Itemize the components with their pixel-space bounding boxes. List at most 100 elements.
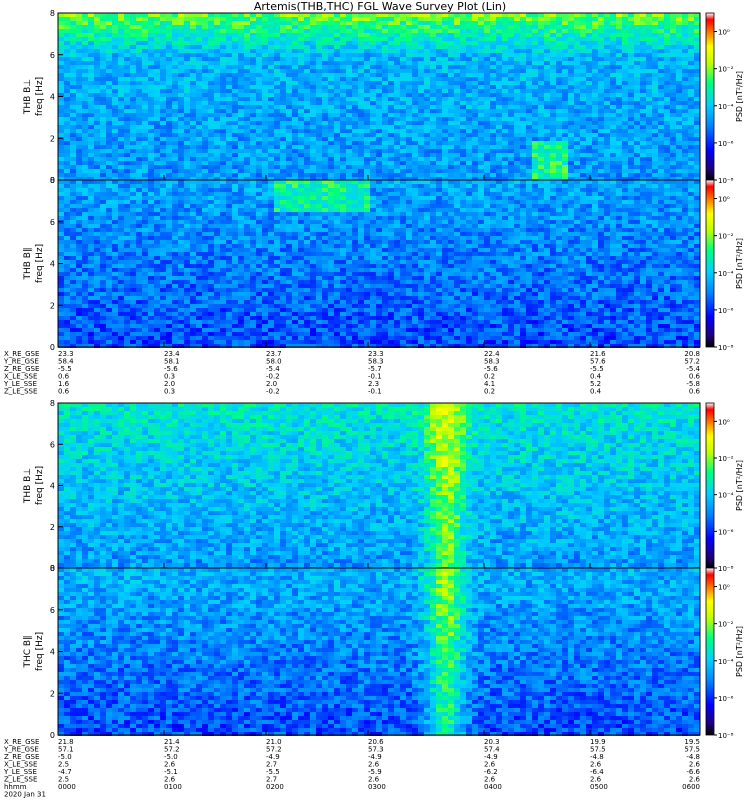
- spectrogram-cell: [88, 37, 94, 41]
- spectrogram-cell: [382, 173, 388, 177]
- spectrogram-cell: [400, 145, 406, 149]
- spectrogram-cell: [274, 33, 280, 37]
- spectrogram-cell: [616, 149, 622, 153]
- spectrogram-cell: [394, 109, 400, 113]
- spectrogram-cell: [562, 85, 568, 89]
- spectrogram-cell: [232, 161, 238, 165]
- spectrogram-cell: [112, 244, 118, 248]
- spectrogram-cell: [514, 169, 520, 173]
- spectrogram-cell: [58, 113, 64, 117]
- spectrogram-cell: [100, 272, 106, 276]
- spectrogram-cell: [76, 121, 82, 125]
- spectrogram-cell: [130, 105, 136, 109]
- spectrogram-cell: [82, 324, 88, 328]
- spectrogram-cell: [484, 145, 490, 149]
- spectrogram-cell: [676, 41, 682, 45]
- spectrogram-cell: [430, 141, 436, 145]
- spectrogram-cell: [292, 173, 298, 177]
- spectrogram-cell: [76, 336, 82, 340]
- spectrogram-cell: [292, 141, 298, 145]
- spectrogram-cell: [352, 69, 358, 73]
- spectrogram-cell: [166, 13, 172, 17]
- spectrogram-cell: [406, 33, 412, 37]
- spectrogram-cell: [316, 121, 322, 125]
- spectrogram-cell: [418, 161, 424, 165]
- spectrogram-cell: [472, 85, 478, 89]
- spectrogram-cell: [622, 45, 628, 49]
- spectrogram-cell: [160, 105, 166, 109]
- spectrogram-cell: [694, 157, 700, 161]
- spectrogram-cell: [670, 45, 676, 49]
- spectrogram-cell: [322, 157, 328, 161]
- spectrogram-cell: [394, 25, 400, 29]
- spectrogram-cell: [82, 200, 88, 204]
- spectrogram-cell: [574, 133, 580, 137]
- spectrogram-cell: [178, 37, 184, 41]
- spectrogram-cell: [106, 268, 112, 272]
- spectrogram-cell: [76, 53, 82, 57]
- spectrogram-cell: [190, 65, 196, 69]
- spectrogram-cell: [400, 105, 406, 109]
- spectrogram-cell: [340, 13, 346, 17]
- spectrogram-cell: [484, 89, 490, 93]
- spectrogram-cell: [166, 53, 172, 57]
- spectrogram-cell: [562, 117, 568, 121]
- spectrogram-cell: [274, 49, 280, 53]
- spectrogram-cell: [388, 97, 394, 101]
- spectrogram-cell: [70, 53, 76, 57]
- spectrogram-cell: [640, 41, 646, 45]
- spectrogram-cell: [184, 137, 190, 141]
- spectrogram-cell: [124, 192, 130, 196]
- spectrogram-cell: [646, 69, 652, 73]
- spectrogram-cell: [322, 113, 328, 117]
- spectrogram-cell: [592, 105, 598, 109]
- spectrogram-cell: [532, 89, 538, 93]
- spectrogram-cell: [334, 85, 340, 89]
- spectrogram-cell: [652, 109, 658, 113]
- spectrogram-cell: [406, 93, 412, 97]
- spectrogram-cell: [82, 252, 88, 256]
- spectrogram-cell: [112, 208, 118, 212]
- spectrogram-cell: [238, 133, 244, 137]
- spectrogram-cell: [82, 149, 88, 153]
- spectrogram-cell: [502, 13, 508, 17]
- spectrogram-cell: [298, 93, 304, 97]
- spectrogram-cell: [544, 165, 550, 169]
- spectrogram-cell: [622, 49, 628, 53]
- spectrogram-cell: [106, 81, 112, 85]
- spectrogram-cell: [94, 308, 100, 312]
- spectrogram-cell: [214, 149, 220, 153]
- spectrogram-cell: [292, 89, 298, 93]
- spectrogram-cell: [610, 161, 616, 165]
- spectrogram-cell: [436, 125, 442, 129]
- spectrogram-cell: [448, 93, 454, 97]
- spectrogram-cell: [196, 33, 202, 37]
- spectrogram-cell: [622, 85, 628, 89]
- spectrogram-cell: [412, 61, 418, 65]
- spectrogram-cell: [436, 41, 442, 45]
- spectrogram-cell: [508, 97, 514, 101]
- spectrogram-cell: [208, 33, 214, 37]
- spectrogram-cell: [184, 37, 190, 41]
- spectrogram-cell: [130, 113, 136, 117]
- spectrogram-cell: [592, 145, 598, 149]
- spectrogram-cell: [250, 105, 256, 109]
- spectrogram-cell: [274, 29, 280, 33]
- spectrogram-cell: [490, 17, 496, 21]
- spectrogram-cell: [70, 97, 76, 101]
- spectrogram-cell: [628, 69, 634, 73]
- spectrogram-cell: [148, 133, 154, 137]
- spectrogram-cell: [358, 121, 364, 125]
- spectrogram-cell: [262, 45, 268, 49]
- spectrogram-cell: [232, 157, 238, 161]
- spectrogram-cell: [688, 125, 694, 129]
- spectrogram-cell: [628, 41, 634, 45]
- spectrogram-cell: [58, 37, 64, 41]
- spectrogram-cell: [370, 45, 376, 49]
- spectrogram-cell: [280, 133, 286, 137]
- spectrogram-cell: [670, 57, 676, 61]
- spectrogram-cell: [274, 153, 280, 157]
- spectrogram-cell: [460, 97, 466, 101]
- spectrogram-cell: [100, 21, 106, 25]
- spectrogram-cell: [70, 33, 76, 37]
